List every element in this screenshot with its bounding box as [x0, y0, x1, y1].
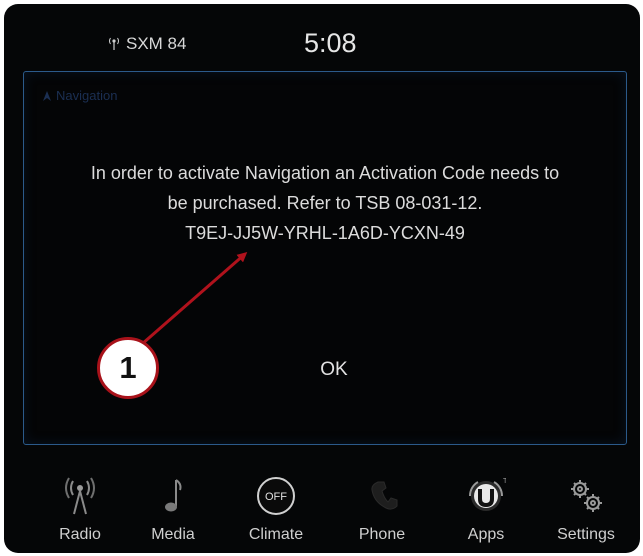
nav-label-apps: Apps: [467, 526, 505, 543]
ok-button[interactable]: OK: [294, 352, 374, 388]
nav-label-radio: Radio: [59, 526, 101, 543]
svg-text:TM: TM: [503, 478, 506, 485]
message-line-1: In order to activate Navigation an Activ…: [90, 163, 560, 183]
nav-item-climate[interactable]: OFF Climate: [236, 462, 316, 553]
nav-item-media[interactable]: Media: [133, 462, 213, 553]
gears-icon: [571, 480, 602, 512]
nav-item-settings[interactable]: Settings: [546, 462, 626, 553]
climate-off-icon: OFF: [257, 477, 295, 515]
dialog-title: Navigation: [42, 88, 117, 103]
navigation-icon: [43, 90, 51, 101]
phone-icon: [371, 481, 398, 510]
uconnect-apps-icon: TM: [468, 478, 506, 511]
bottom-nav-bar: Radio Media OFF Climate Phone T Apps Set…: [4, 462, 640, 553]
nav-label-phone: Phone: [358, 526, 406, 543]
head-unit-screen: SXM 84 5:08 Navigation In order to activ…: [4, 4, 640, 553]
nav-item-apps[interactable]: TM Apps: [446, 462, 526, 553]
dialog-message: In order to activate Navigation an Activ…: [24, 158, 626, 248]
nav-label-climate: Climate: [248, 526, 304, 543]
radio-station-indicator[interactable]: SXM 84: [108, 34, 186, 54]
status-bar: SXM 84 5:08: [4, 4, 640, 64]
nav-label-media: Media: [151, 526, 195, 543]
nav-item-phone[interactable]: Phone: [342, 462, 422, 553]
antenna-icon: [109, 37, 119, 50]
callout-number-badge: 1: [97, 337, 159, 399]
climate-off-text: OFF: [265, 491, 287, 503]
radio-antenna-icon: [65, 477, 95, 515]
nav-item-radio[interactable]: Radio: [40, 462, 120, 553]
music-note-icon: [165, 479, 182, 512]
activation-code: T9EJ-JJ5W-YRHL-1A6D-YCXN-49: [185, 223, 465, 243]
clock: 5:08: [304, 28, 357, 58]
dialog-title-label: Navigation: [56, 88, 118, 103]
nav-label-settings: Settings: [557, 526, 615, 543]
message-line-2: be purchased. Refer to TSB 08-031-12.: [167, 193, 483, 213]
radio-station-label: SXM 84: [126, 34, 187, 53]
